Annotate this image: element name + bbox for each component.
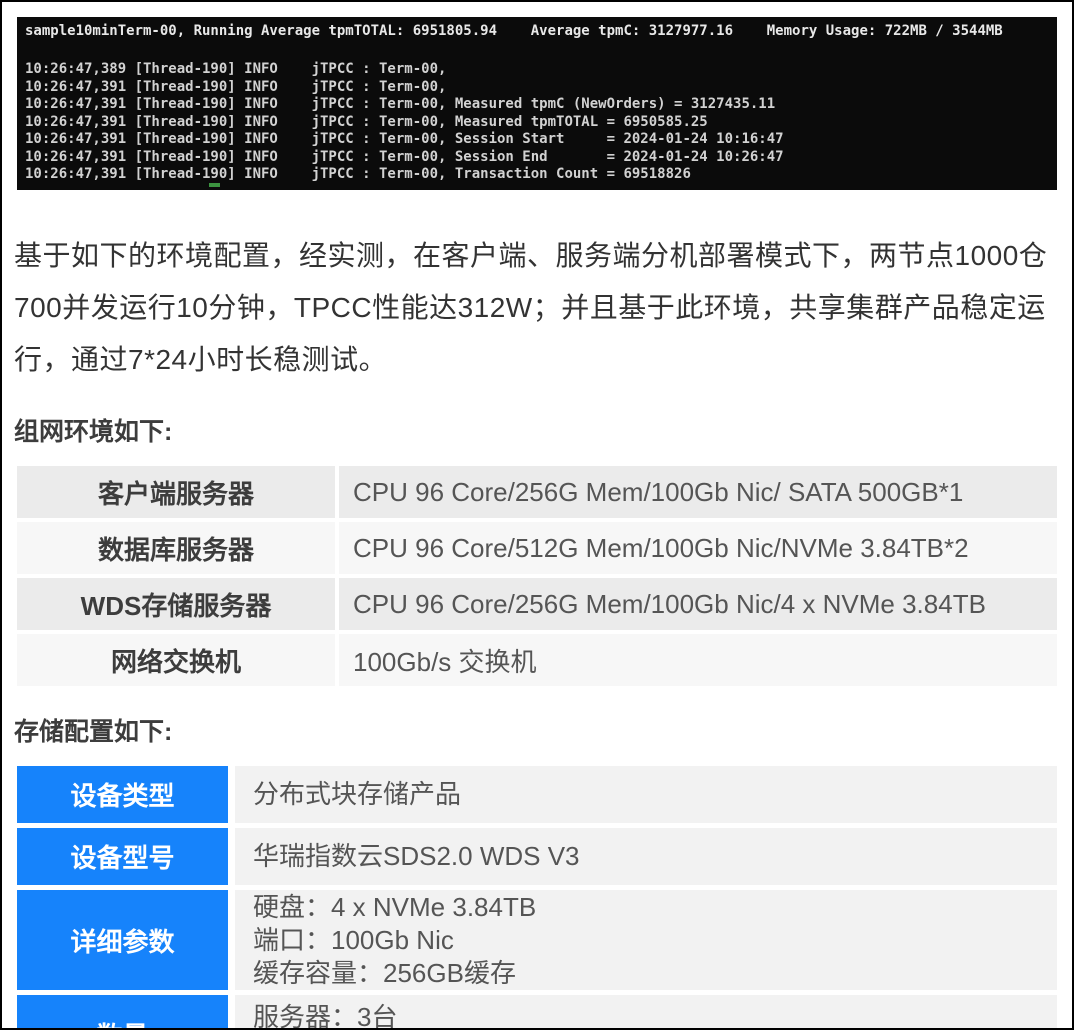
terminal-log-line: 10:26:47,391 [Thread-190] INFO jTPCC : T…	[25, 79, 1049, 97]
terminal-status-line: sample10minTerm-00, Running Average tpmT…	[25, 21, 1049, 42]
table-row: 设备类型 分布式块存储产品	[17, 766, 1057, 823]
row-label: WDS存储服务器	[17, 578, 335, 630]
row-label: 数据库服务器	[17, 522, 335, 574]
row-value: 服务器：3台 每台硬盘数量：4块 （容量14TB）	[235, 995, 1057, 1030]
value-line: 端口：100Gb Nic	[253, 924, 1057, 957]
row-value: 分布式块存储产品	[235, 766, 1057, 823]
terminal-log-line: 10:26:47,391 [Thread-190] INFO jTPCC : T…	[25, 149, 1049, 167]
value-line: 服务器：3台	[253, 1001, 1057, 1030]
value-line: 硬盘：4 x NVMe 3.84TB	[253, 891, 1057, 924]
row-value: CPU 96 Core/256G Mem/100Gb Nic/4 x NVMe …	[339, 578, 1057, 630]
row-label: 客户端服务器	[17, 466, 335, 518]
storage-table: 设备类型 分布式块存储产品 设备型号 华瑞指数云SDS2.0 WDS V3 详细…	[17, 766, 1057, 1030]
terminal-log-line: 10:26:47,391 [Thread-190] INFO jTPCC : T…	[25, 114, 1049, 132]
document-page: sample10minTerm-00, Running Average tpmT…	[0, 0, 1074, 1030]
row-label: 详细参数	[17, 890, 228, 990]
terminal-log-line: 10:26:47,389 [Thread-190] INFO jTPCC : T…	[25, 61, 1049, 79]
table-row: 设备型号 华瑞指数云SDS2.0 WDS V3	[17, 828, 1057, 885]
row-label: 数量	[17, 995, 228, 1030]
value-line: 分布式块存储产品	[253, 778, 1057, 811]
summary-paragraph: 基于如下的环境配置，经实测，在客户端、服务端分机部署模式下，两节点1000仓70…	[14, 230, 1060, 386]
row-value: 硬盘：4 x NVMe 3.84TB 端口：100Gb Nic 缓存容量：256…	[235, 890, 1057, 990]
row-value: 华瑞指数云SDS2.0 WDS V3	[235, 828, 1057, 885]
terminal-cursor	[209, 183, 220, 187]
terminal-log-line: 10:26:47,391 [Thread-190] INFO jTPCC : T…	[25, 131, 1049, 149]
table-row: WDS存储服务器 CPU 96 Core/256G Mem/100Gb Nic/…	[17, 578, 1057, 630]
row-value: 100Gb/s 交换机	[339, 634, 1057, 686]
table-row: 网络交换机 100Gb/s 交换机	[17, 634, 1057, 686]
storage-section-heading: 存储配置如下:	[14, 712, 1060, 748]
terminal-log-line: 10:26:47,391 [Thread-190] INFO jTPCC : T…	[25, 96, 1049, 114]
row-label: 设备型号	[17, 828, 228, 885]
terminal-log-line: 10:26:47,391 [Thread-190] INFO jTPCC : T…	[25, 166, 1049, 184]
row-label: 设备类型	[17, 766, 228, 823]
row-label: 网络交换机	[17, 634, 335, 686]
table-row: 数据库服务器 CPU 96 Core/512G Mem/100Gb Nic/NV…	[17, 522, 1057, 574]
network-section-heading: 组网环境如下:	[14, 412, 1060, 448]
row-value: CPU 96 Core/256G Mem/100Gb Nic/ SATA 500…	[339, 466, 1057, 518]
table-row: 数量 服务器：3台 每台硬盘数量：4块 （容量14TB）	[17, 995, 1057, 1030]
terminal-output: sample10minTerm-00, Running Average tpmT…	[17, 17, 1057, 190]
table-row: 详细参数 硬盘：4 x NVMe 3.84TB 端口：100Gb Nic 缓存容…	[17, 890, 1057, 990]
row-value: CPU 96 Core/512G Mem/100Gb Nic/NVMe 3.84…	[339, 522, 1057, 574]
value-line: 缓存容量：256GB缓存	[253, 957, 1057, 990]
network-table: 客户端服务器 CPU 96 Core/256G Mem/100Gb Nic/ S…	[17, 466, 1057, 686]
table-row: 客户端服务器 CPU 96 Core/256G Mem/100Gb Nic/ S…	[17, 466, 1057, 518]
value-line: 华瑞指数云SDS2.0 WDS V3	[253, 840, 1057, 873]
